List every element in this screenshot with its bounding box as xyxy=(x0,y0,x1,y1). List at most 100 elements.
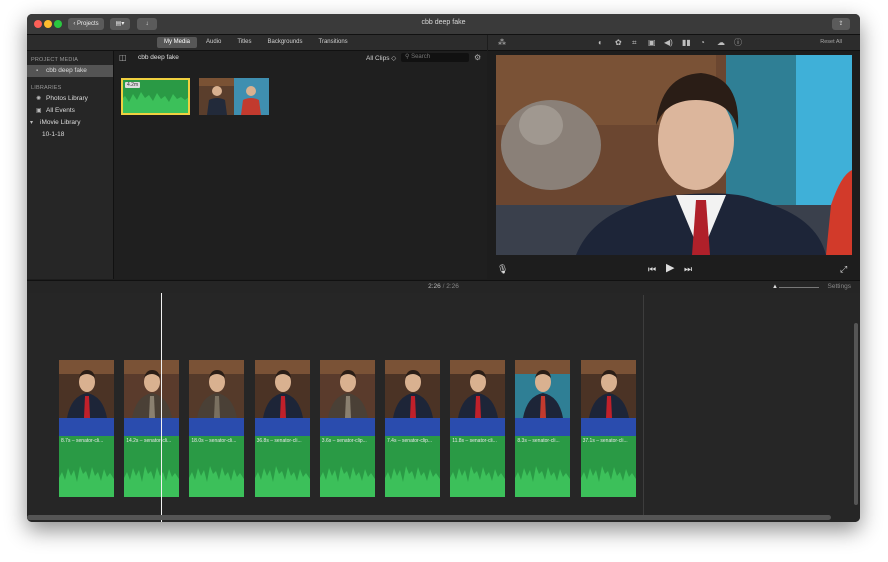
waveform-graphic xyxy=(450,466,506,497)
clip-video-frame xyxy=(189,360,245,418)
photos-icon: ✺ xyxy=(36,96,42,102)
fullscreen-icon[interactable]: ⤢ xyxy=(840,264,847,274)
equalizer-icon[interactable]: ▮▮ xyxy=(682,38,691,47)
timeline-clip[interactable]: 3.6s – senator-clip... xyxy=(319,360,375,497)
timeline-clip[interactable]: 7.4s – senator-clip... xyxy=(385,360,440,497)
volume-icon[interactable]: ◀) xyxy=(664,38,673,47)
share-icon: ⇪ xyxy=(838,21,844,27)
skip-back-icon[interactable]: ⏮ xyxy=(648,264,656,274)
clip-video-frame xyxy=(319,360,375,418)
title-bar: ‹ Projects ▤▾ ↓ cbb deep fake ⇪ xyxy=(27,14,860,35)
gear-icon[interactable]: ⚙ xyxy=(474,53,481,62)
libraries-sidebar: PROJECT MEDIA ▪ cbb deep fake LIBRARIES … xyxy=(27,51,114,279)
sidebar-toggle-icon[interactable]: ◫ xyxy=(119,53,127,62)
timeline[interactable]: 8.7s – senator-cli... 14.2s – senator-cli… xyxy=(27,293,860,522)
filter-icon[interactable]: ☁ xyxy=(717,38,725,47)
waveform-graphic xyxy=(580,466,636,497)
timeline-header: 2:26 / 2:26 ▲ Settings xyxy=(27,280,860,294)
zoom-slider[interactable] xyxy=(779,287,819,288)
sidebar-item-imovie-library[interactable]: ▾ iMovie Library xyxy=(27,117,113,129)
clip-audio-waveform: 37.1s – senator-cli... xyxy=(580,436,636,497)
tab-audio[interactable]: Audio xyxy=(199,37,228,48)
browser-title: cbb deep fake xyxy=(138,54,179,61)
clip-video-frame xyxy=(385,360,440,418)
skip-forward-icon[interactable]: ⏭ xyxy=(684,264,692,274)
video-filmstrip-graphic xyxy=(199,78,269,115)
clip-thumbnail-graphic xyxy=(124,360,180,418)
info-icon[interactable]: ⓘ xyxy=(734,38,742,47)
libraries-heading: LIBRARIES xyxy=(31,85,62,91)
timeline-clip[interactable]: 11.8s – senator-cli... xyxy=(450,360,506,497)
audio-clip-thumbnail[interactable]: 4.2m xyxy=(121,78,190,115)
voiceover-microphone-icon[interactable]: 🎙 xyxy=(497,264,508,274)
waveform-graphic xyxy=(515,466,571,497)
media-tabs: My Media Audio Titles Backgrounds Transi… xyxy=(157,37,355,48)
disclosure-icon[interactable]: ▾ xyxy=(30,119,37,127)
clip-video-frame xyxy=(515,360,571,418)
sidebar-item-event[interactable]: 10-1-18 xyxy=(27,129,113,141)
sidebar-item-project[interactable]: ▪ cbb deep fake xyxy=(27,65,113,77)
timeline-clip[interactable]: 14.2s – senator-cli... xyxy=(124,360,180,497)
clip-thumbnail-graphic xyxy=(580,360,636,418)
clip-detached-audio-bar xyxy=(124,418,180,436)
clip-video-frame xyxy=(124,360,180,418)
clip-video-frame xyxy=(254,360,310,418)
video-clip-thumbnail[interactable] xyxy=(199,78,269,115)
share-button[interactable]: ⇪ xyxy=(832,18,850,30)
imovie-window: ‹ Projects ▤▾ ↓ cbb deep fake ⇪ My Media… xyxy=(27,14,860,522)
project-media-heading: PROJECT MEDIA xyxy=(31,57,79,63)
clip-thumbnail-graphic xyxy=(189,360,245,418)
vertical-scrollbar[interactable] xyxy=(854,323,858,505)
window-title: cbb deep fake xyxy=(421,19,466,26)
timeline-clip[interactable]: 8.7s – senator-cli... xyxy=(59,360,114,497)
clip-thumbnail-graphic xyxy=(515,360,571,418)
tab-backgrounds[interactable]: Backgrounds xyxy=(261,37,310,48)
reset-all-button[interactable]: Reset All xyxy=(820,39,842,45)
waveform-graphic xyxy=(319,466,375,497)
timeline-settings-button[interactable]: Settings xyxy=(828,283,852,290)
clip-thumbnail-graphic xyxy=(319,360,375,418)
timeline-clip[interactable]: 36.8s – senator-cli... xyxy=(254,360,310,497)
video-frame-graphic xyxy=(496,55,852,255)
playhead[interactable] xyxy=(161,293,162,522)
clip-audio-waveform: 8.7s – senator-cli... xyxy=(59,436,114,497)
film-icon: ▪ xyxy=(36,68,39,74)
video-preview[interactable] xyxy=(496,55,852,255)
waveform-graphic xyxy=(189,466,245,497)
clip-audio-waveform: 11.8s – senator-cli... xyxy=(450,436,506,497)
clip-detached-audio-bar xyxy=(59,418,114,436)
sidebar-item-all-events[interactable]: ▣ All Events xyxy=(27,105,113,117)
clip-detached-audio-bar xyxy=(515,418,571,436)
clip-video-frame xyxy=(59,360,114,418)
clip-audio-waveform: 18.0s – senator-cli... xyxy=(189,436,245,497)
timeline-clip[interactable]: 18.0s – senator-cli... xyxy=(189,360,245,497)
timecode-display: 2:26 / 2:26 xyxy=(428,283,459,290)
color-balance-icon[interactable]: ◐ xyxy=(598,38,603,47)
waveform-graphic xyxy=(59,466,114,497)
clip-detached-audio-bar xyxy=(450,418,506,436)
speed-icon[interactable]: ◔ xyxy=(700,38,705,47)
tab-transitions[interactable]: Transitions xyxy=(312,37,355,48)
tab-titles[interactable]: Titles xyxy=(230,37,258,48)
clip-detached-audio-bar xyxy=(385,418,440,436)
play-icon[interactable]: ▶ xyxy=(666,263,674,274)
media-browser: ◫ cbb deep fake All Clips ◇ ⚲ Search ⚙ 4… xyxy=(114,51,487,279)
waveform-graphic xyxy=(254,466,310,497)
zoom-slider-knob-icon[interactable]: ▲ xyxy=(772,284,778,290)
clip-detached-audio-bar xyxy=(254,418,310,436)
color-palette-icon[interactable]: ✿ xyxy=(615,38,622,47)
clip-video-frame xyxy=(450,360,506,418)
magic-wand-icon[interactable]: ⁂ xyxy=(498,38,506,47)
timeline-clip[interactable]: 8.3s – senator-cli... xyxy=(515,360,571,497)
tab-my-media[interactable]: My Media xyxy=(157,37,198,48)
sidebar-item-photos-library[interactable]: ✺ Photos Library xyxy=(27,93,113,105)
clip-thumbnail-graphic xyxy=(254,360,310,418)
clip-detached-audio-bar xyxy=(580,418,636,436)
search-input[interactable]: ⚲ Search xyxy=(401,53,469,62)
stabilization-icon[interactable]: ▣ xyxy=(648,38,656,47)
viewer-panel: 🎙 ⏮ ▶ ⏭ ⤢ xyxy=(488,51,860,279)
crop-icon[interactable]: ⌗ xyxy=(632,38,637,47)
clip-filter-select[interactable]: All Clips ◇ xyxy=(366,54,396,62)
horizontal-scrollbar[interactable] xyxy=(27,515,831,520)
timeline-clip[interactable]: 37.1s – senator-cli... xyxy=(580,360,636,497)
